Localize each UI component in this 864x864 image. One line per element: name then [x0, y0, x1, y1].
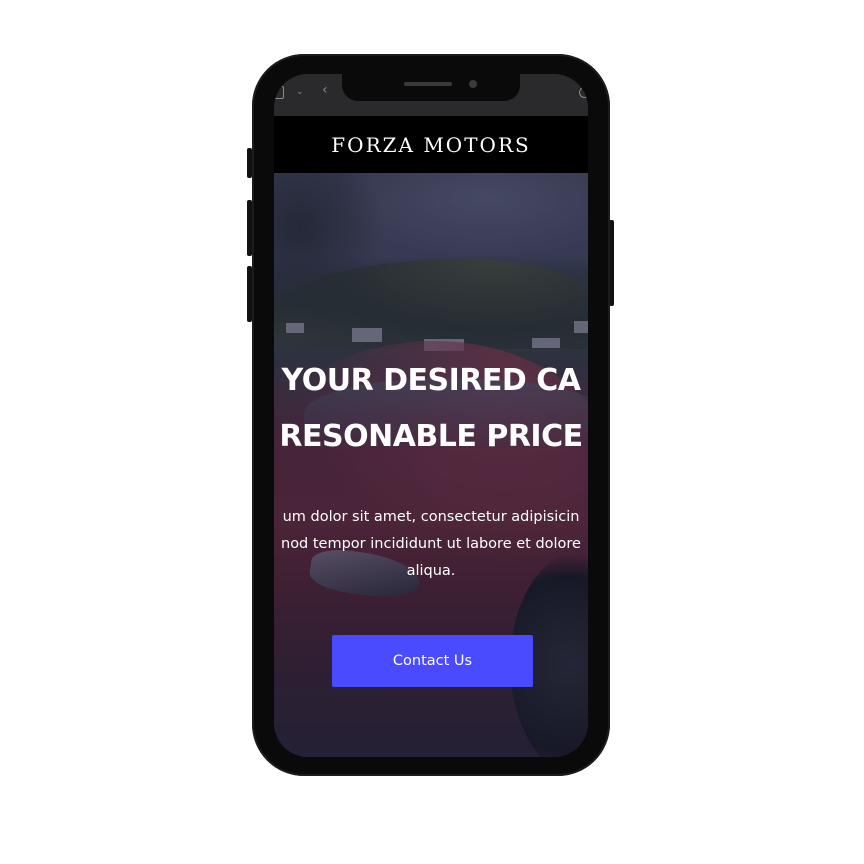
tabs-icon[interactable]	[274, 86, 284, 99]
contact-us-button[interactable]: Contact Us	[332, 635, 533, 687]
hero-description-line-1: um dolor sit amet, consectetur adipisici…	[282, 509, 580, 525]
hero-description-line-3: aliqua.	[406, 563, 456, 579]
phone-screen: ⌄ ‹ FORZA MOTORS YOUR DESIRED CA RESONAB…	[274, 74, 588, 757]
phone-notch	[342, 74, 520, 101]
front-camera	[469, 80, 477, 88]
refresh-icon[interactable]	[579, 87, 588, 98]
chevron-down-icon[interactable]: ⌄	[296, 86, 304, 98]
mockup-stage: ⌄ ‹ FORZA MOTORS YOUR DESIRED CA RESONAB…	[0, 0, 864, 864]
hero-title-line-2: RESONABLE PRICE	[279, 419, 583, 454]
hero-title-line-1: YOUR DESIRED CA	[281, 363, 581, 398]
hero-description-line-2: nod tempor incididunt ut labore et dolor…	[281, 536, 581, 552]
hero-section: YOUR DESIRED CA RESONABLE PRICE um dolor…	[274, 173, 588, 757]
site-header: FORZA MOTORS	[274, 116, 588, 173]
speaker-grille	[404, 82, 452, 86]
back-icon[interactable]: ‹	[322, 83, 328, 97]
brand-logo[interactable]: FORZA MOTORS	[331, 133, 530, 157]
